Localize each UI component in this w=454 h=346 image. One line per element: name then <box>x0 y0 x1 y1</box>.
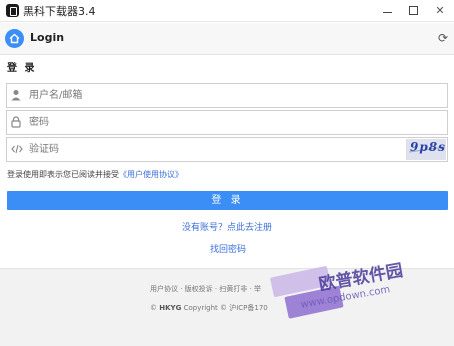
lock-icon <box>11 116 23 129</box>
register-link[interactable]: 没有账号？点此去注册 <box>182 220 272 233</box>
footer-copyright: © HKYG Copyright © 沪ICP备170 <box>150 304 268 312</box>
minimize-icon <box>383 12 392 13</box>
captcha-input[interactable] <box>29 141 329 158</box>
captcha-image[interactable]: 9p8s <box>406 139 446 160</box>
captcha-text: 9p8s <box>410 140 446 154</box>
username-field[interactable] <box>6 83 448 108</box>
maximize-icon <box>409 6 418 15</box>
footer-links[interactable]: 用户协议 · 版权投诉 · 扫黄打非 · 举 <box>150 284 261 294</box>
maximize-button[interactable] <box>400 0 428 22</box>
copyright-text: Copyright © 沪ICP备170 <box>183 304 268 312</box>
forgot-password-link[interactable]: 找回密码 <box>210 242 246 255</box>
footer-brand: HKYG <box>159 304 182 312</box>
password-input[interactable] <box>29 114 329 131</box>
close-button[interactable]: ✕ <box>426 0 454 22</box>
home-icon[interactable] <box>5 29 24 48</box>
password-field[interactable] <box>6 110 448 135</box>
close-icon: ✕ <box>435 4 445 17</box>
app-icon <box>6 4 19 17</box>
page-title: Login <box>30 31 65 44</box>
code-icon <box>11 143 23 156</box>
user-icon <box>11 89 23 102</box>
title-bar: 黑科下载器3.4 ✕ <box>0 0 454 22</box>
login-button[interactable]: 登 录 <box>7 191 448 210</box>
captcha-field[interactable]: 9p8s <box>6 137 448 162</box>
refresh-icon[interactable]: ⟳ <box>438 31 448 45</box>
agreement-notice: 登录使用即表示您已阅读并接受《用户使用协议》 <box>7 169 183 180</box>
user-agreement-link[interactable]: 《用户使用协议》 <box>119 170 183 179</box>
username-input[interactable] <box>29 87 329 104</box>
minimize-button[interactable] <box>374 0 402 22</box>
section-title: 登 录 <box>7 63 37 74</box>
agreement-text: 登录使用即表示您已阅读并接受 <box>7 170 119 179</box>
window-title: 黑科下载器3.4 <box>23 5 96 18</box>
page-header: Login ⟳ <box>0 23 454 55</box>
